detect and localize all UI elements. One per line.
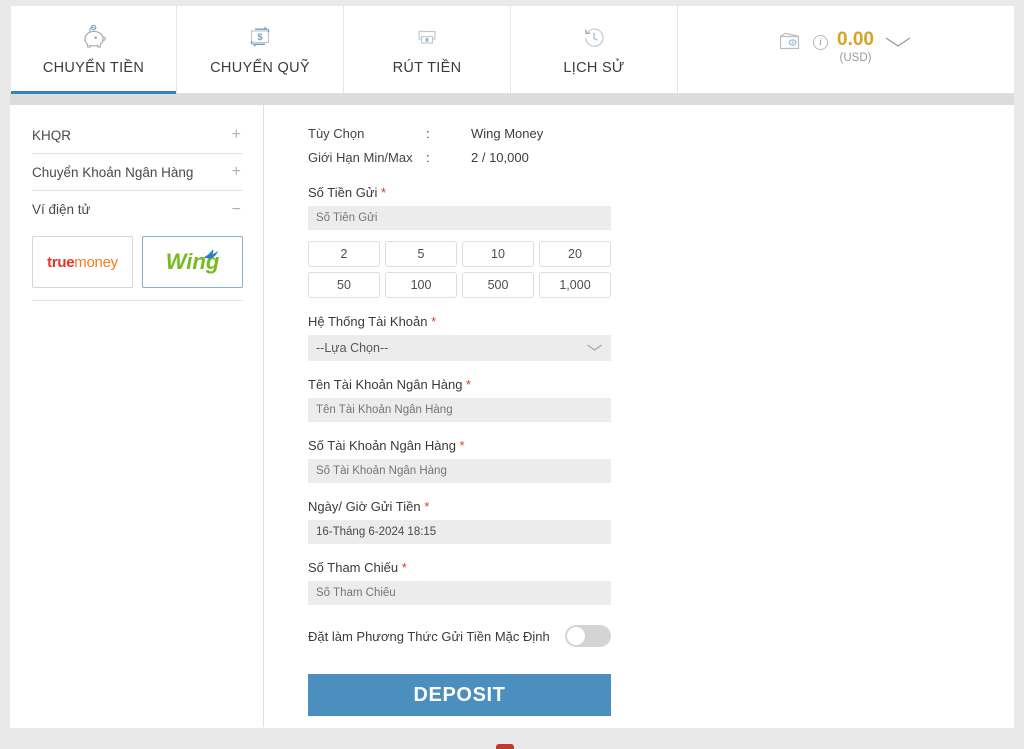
- default-method-row: Đặt làm Phương Thức Gửi Tiền Mặc Định: [308, 625, 611, 647]
- sidebar-group-bank-transfer[interactable]: Chuyển Khoản Ngân Hàng +: [32, 154, 243, 191]
- default-method-toggle[interactable]: [565, 625, 611, 647]
- piggy-bank-icon: [79, 20, 109, 54]
- wallet-options: truemoney Wing: [32, 228, 243, 301]
- required-marker: *: [381, 185, 387, 200]
- quick-amount-100[interactable]: 100: [385, 272, 457, 298]
- tab-chuyen-quy[interactable]: $ CHUYỂN QUỸ: [177, 6, 344, 93]
- wallet-option-wing[interactable]: Wing: [142, 236, 243, 288]
- required-marker: *: [401, 560, 407, 575]
- info-key: Tùy Chọn: [308, 125, 365, 141]
- balance-value-group: 0.00 (USD): [837, 30, 874, 64]
- tab-label: RÚT TIỀN: [392, 60, 462, 76]
- plus-icon: +: [231, 163, 241, 180]
- balance-area: i 0.00 (USD): [678, 6, 1014, 93]
- truemoney-logo-part2: money: [74, 253, 118, 271]
- required-marker: *: [424, 499, 430, 514]
- info-icon[interactable]: i: [813, 35, 828, 50]
- transfer-funds-icon: $: [245, 20, 275, 54]
- sidebar-group-label: KHQR: [32, 127, 72, 143]
- tab-label: CHUYỂN TIỀN: [42, 60, 145, 76]
- sidebar-group-label: Ví điện tử: [32, 202, 91, 217]
- reference-number-label-text: Số Tham Chiếu: [308, 560, 399, 575]
- account-system-label: Hệ Thống Tài Khoản *: [308, 314, 1014, 329]
- amount-input[interactable]: [308, 206, 611, 230]
- bank-account-number-label: Số Tài Khoản Ngân Hàng *: [308, 438, 1014, 453]
- reference-number-label: Số Tham Chiếu *: [308, 560, 1014, 575]
- bank-account-name-label: Tên Tài Khoản Ngân Hàng *: [308, 377, 1014, 392]
- svg-text:$: $: [257, 32, 262, 42]
- main-tab-bar: CHUYỂN TIỀN $ CHUYỂN QUỸ RÚT TIỀN LỊCH S…: [10, 6, 1014, 94]
- chevron-down-icon[interactable]: [883, 34, 913, 55]
- quick-amount-2[interactable]: 2: [308, 241, 380, 267]
- amount-label-text: Số Tiền Gửi: [308, 185, 378, 200]
- account-system-label-text: Hệ Thống Tài Khoản: [308, 314, 428, 329]
- wallet-option-truemoney[interactable]: truemoney: [32, 236, 133, 288]
- info-key: Giới Hạn Min/Max: [308, 149, 413, 165]
- bank-account-number-input[interactable]: [308, 459, 611, 483]
- quick-amount-1000[interactable]: 1,000: [539, 272, 611, 298]
- wing-logo: Wing: [166, 249, 219, 273]
- bottom-indicator: [496, 744, 514, 749]
- bank-account-name-input[interactable]: [308, 398, 611, 422]
- page-card: CHUYỂN TIỀN $ CHUYỂN QUỸ RÚT TIỀN LỊCH S…: [10, 6, 1014, 728]
- required-marker: *: [459, 438, 465, 453]
- quick-amount-50[interactable]: 50: [308, 272, 380, 298]
- content-area: KHQR + Chuyển Khoản Ngân Hàng + Ví điện …: [10, 105, 1014, 727]
- tab-label: LỊCH SỬ: [563, 60, 625, 76]
- sidebar-group-label: Chuyển Khoản Ngân Hàng: [32, 164, 194, 180]
- tab-chuyen-tien[interactable]: CHUYỂN TIỀN: [10, 6, 177, 94]
- required-marker: *: [466, 377, 472, 392]
- sidebar-group-khqr[interactable]: KHQR +: [32, 117, 243, 154]
- info-row-limit: Giới Hạn Min/Max : 2 / 10,000: [308, 145, 1014, 169]
- wallet-icon: [778, 30, 804, 59]
- quick-amount-buttons: 2 5 10 20 50 100 500 1,000: [308, 241, 1014, 298]
- info-colon: :: [426, 125, 430, 141]
- quick-amount-500[interactable]: 500: [462, 272, 534, 298]
- info-colon: :: [426, 149, 430, 165]
- amount-label: Số Tiền Gửi *: [308, 185, 1014, 200]
- quick-amount-5[interactable]: 5: [385, 241, 457, 267]
- quick-amount-20[interactable]: 20: [539, 241, 611, 267]
- account-system-select[interactable]: --Lựa Chọn--: [308, 335, 611, 361]
- cash-withdraw-icon: [412, 20, 442, 54]
- quick-amount-10[interactable]: 10: [462, 241, 534, 267]
- deposit-button[interactable]: DEPOSIT: [308, 674, 611, 716]
- app-root: CHUYỂN TIỀN $ CHUYỂN QUỸ RÚT TIỀN LỊCH S…: [0, 0, 1024, 749]
- plus-icon: +: [231, 126, 241, 143]
- deposit-datetime-label-text: Ngày/ Giờ Gửi Tiền: [308, 499, 421, 514]
- deposit-datetime-input[interactable]: 16-Tháng 6-2024 18:15: [308, 520, 611, 544]
- sidebar-group-ewallet[interactable]: Ví điện tử −: [32, 191, 243, 228]
- tab-lich-su[interactable]: LỊCH SỬ: [511, 6, 678, 93]
- payment-method-sidebar: KHQR + Chuyển Khoản Ngân Hàng + Ví điện …: [10, 105, 264, 727]
- chevron-down-icon: [586, 341, 603, 355]
- section-divider-band: [10, 94, 1014, 105]
- balance-amount: 0.00: [837, 29, 874, 50]
- info-row-option: Tùy Chọn : Wing Money: [308, 121, 1014, 145]
- truemoney-logo-part1: true: [47, 253, 75, 271]
- default-method-label: Đặt làm Phương Thức Gửi Tiền Mặc Định: [308, 628, 550, 644]
- tab-rut-tien[interactable]: RÚT TIỀN: [344, 6, 511, 93]
- tab-label: CHUYỂN QUỸ: [210, 60, 310, 76]
- deposit-datetime-label: Ngày/ Giờ Gửi Tiền *: [308, 499, 1014, 514]
- history-clock-icon: [579, 20, 609, 54]
- info-value: 2 / 10,000: [471, 149, 529, 165]
- deposit-form: Tùy Chọn : Wing Money Giới Hạn Min/Max :…: [264, 105, 1014, 727]
- balance-currency: (USD): [839, 51, 872, 64]
- bird-icon: [202, 242, 220, 264]
- toggle-knob: [567, 627, 585, 645]
- minus-icon: −: [231, 200, 241, 218]
- truemoney-logo: truemoney: [47, 254, 118, 271]
- bank-account-number-label-text: Số Tài Khoản Ngân Hàng: [308, 438, 456, 453]
- reference-number-input[interactable]: [308, 581, 611, 605]
- info-value: Wing Money: [471, 125, 544, 141]
- bank-account-name-label-text: Tên Tài Khoản Ngân Hàng: [308, 377, 463, 392]
- required-marker: *: [431, 314, 437, 329]
- account-system-selected-value: --Lựa Chọn--: [316, 341, 389, 355]
